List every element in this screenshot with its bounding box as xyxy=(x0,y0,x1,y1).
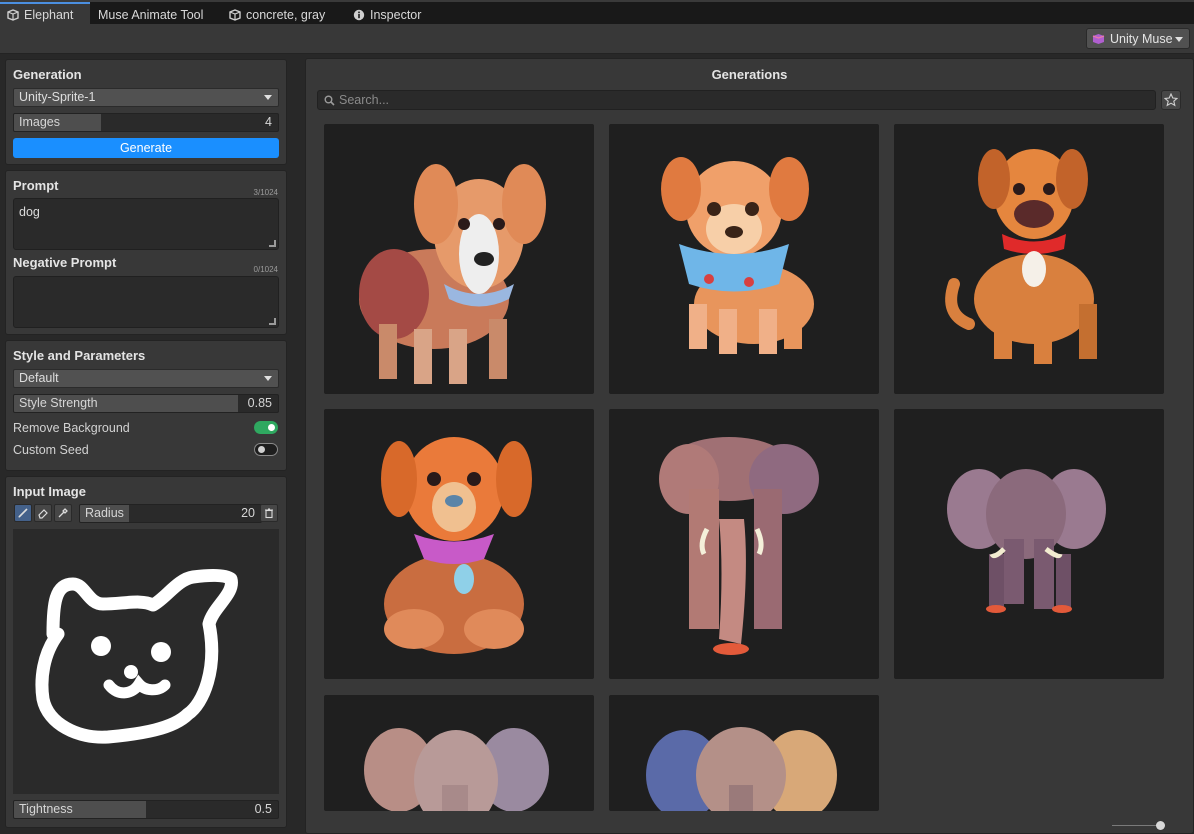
trash-icon xyxy=(265,508,273,519)
radius-slider[interactable]: Radius 20 xyxy=(79,504,262,523)
unity-muse-label: Unity Muse xyxy=(1110,31,1173,46)
custom-seed-toggle[interactable] xyxy=(254,443,278,456)
generation-title: Generation xyxy=(13,67,82,82)
generation-tile-dog[interactable] xyxy=(324,409,594,679)
generation-tile-elephant[interactable] xyxy=(609,695,879,811)
tightness-value: 0.5 xyxy=(254,802,272,816)
unity-muse-dropdown[interactable]: Unity Muse xyxy=(1086,28,1190,49)
generations-panel: Generations Search... xyxy=(305,58,1194,834)
negative-prompt-title: Negative Prompt xyxy=(13,255,117,270)
tab-inspector[interactable]: Inspector xyxy=(353,4,421,26)
search-icon xyxy=(324,95,335,106)
generation-panel: Generation Unity-Sprite-1 Images 4 Gener… xyxy=(5,59,287,165)
eraser-tool-button[interactable] xyxy=(34,504,52,522)
unity-logo-icon xyxy=(229,9,241,21)
tab-label: Muse Animate Tool xyxy=(98,8,204,22)
radius-label: Radius xyxy=(85,506,124,520)
dog-sketch-drawing xyxy=(35,568,238,744)
style-preset-value: Default xyxy=(19,371,59,385)
generation-tile-elephant[interactable] xyxy=(609,409,879,679)
drawing-canvas[interactable] xyxy=(13,529,279,794)
generation-tile-elephant[interactable] xyxy=(324,695,594,811)
style-title: Style and Parameters xyxy=(13,348,146,363)
tab-label: concrete, gray xyxy=(246,8,326,22)
window-tab-bar: Elephant Muse Animate Tool concrete, gra… xyxy=(0,0,1194,26)
negative-prompt-char-count: 0/1024 xyxy=(253,265,278,274)
eraser-icon xyxy=(38,509,48,519)
generate-button[interactable]: Generate xyxy=(13,138,279,158)
thumbnail-size-slider[interactable] xyxy=(1112,825,1160,826)
style-strength-label: Style Strength xyxy=(19,396,98,410)
generation-tile-dog[interactable] xyxy=(609,124,879,394)
elephant-image xyxy=(659,437,819,655)
toggle-knob xyxy=(258,446,265,453)
prompt-title: Prompt xyxy=(13,178,59,193)
custom-seed-label: Custom Seed xyxy=(13,443,89,457)
input-image-title: Input Image xyxy=(13,484,86,499)
search-input[interactable]: Search... xyxy=(317,90,1156,110)
thumbnail-size-knob[interactable] xyxy=(1156,821,1165,830)
tightness-label: Tightness xyxy=(19,802,73,816)
elephant-image xyxy=(947,469,1106,613)
chevron-down-icon xyxy=(264,95,272,100)
elephant-image xyxy=(364,728,549,811)
eyedropper-icon xyxy=(58,508,68,518)
resize-handle-icon[interactable] xyxy=(269,240,276,247)
images-slider[interactable]: Images 4 xyxy=(13,113,279,132)
dog-image xyxy=(359,164,546,384)
generation-tile-elephant[interactable] xyxy=(894,409,1164,679)
tab-muse-animate-tool[interactable]: Muse Animate Tool xyxy=(98,4,203,26)
dog-image xyxy=(661,157,814,354)
prompt-panel: Prompt 3/1024 dog Negative Prompt 0/1024 xyxy=(5,170,287,335)
eyedropper-tool-button[interactable] xyxy=(54,504,72,522)
unity-logo-icon xyxy=(7,9,19,21)
radius-value: 20 xyxy=(241,506,255,520)
generation-tile-dog[interactable] xyxy=(324,124,594,394)
style-preset-dropdown[interactable]: Default xyxy=(13,369,279,388)
muse-logo-icon xyxy=(1092,33,1105,44)
model-dropdown[interactable]: Unity-Sprite-1 xyxy=(13,88,279,107)
star-icon xyxy=(1164,93,1178,107)
generation-tile-dog[interactable] xyxy=(894,124,1164,394)
info-icon xyxy=(353,9,365,21)
prompt-input[interactable]: dog xyxy=(13,198,279,250)
images-value: 4 xyxy=(265,115,272,129)
style-parameters-panel: Style and Parameters Default Style Stren… xyxy=(5,340,287,471)
model-value: Unity-Sprite-1 xyxy=(19,90,96,104)
search-placeholder: Search... xyxy=(339,93,390,107)
toggle-knob xyxy=(268,424,275,431)
tab-label: Elephant xyxy=(24,8,74,22)
dog-image xyxy=(381,437,532,654)
chevron-down-icon xyxy=(1175,37,1183,42)
resize-handle-icon[interactable] xyxy=(269,318,276,325)
prompt-char-count: 3/1024 xyxy=(253,188,278,197)
tightness-slider[interactable]: Tightness 0.5 xyxy=(13,800,279,819)
clear-canvas-button[interactable] xyxy=(260,504,278,522)
chevron-down-icon xyxy=(264,376,272,381)
remove-background-toggle[interactable] xyxy=(254,421,278,434)
toolbar: Unity Muse xyxy=(0,24,1194,54)
dog-image xyxy=(945,149,1097,364)
images-label: Images xyxy=(19,115,60,129)
generations-title: Generations xyxy=(711,67,788,82)
negative-prompt-input[interactable] xyxy=(13,276,279,328)
favorites-filter-button[interactable] xyxy=(1161,90,1181,110)
style-strength-value: 0.85 xyxy=(247,396,272,410)
brush-icon xyxy=(18,508,28,518)
tab-label: Inspector xyxy=(370,8,422,22)
style-strength-slider[interactable]: Style Strength 0.85 xyxy=(13,394,279,413)
input-image-panel: Input Image Radius 20 Tightness 0.5 xyxy=(5,476,287,828)
brush-tool-button[interactable] xyxy=(14,504,32,522)
remove-background-label: Remove Background xyxy=(13,421,130,435)
tab-elephant[interactable]: Elephant xyxy=(0,2,90,26)
tab-concrete-gray[interactable]: concrete, gray xyxy=(229,4,325,26)
elephant-image xyxy=(646,727,837,811)
prompt-text: dog xyxy=(19,205,40,219)
